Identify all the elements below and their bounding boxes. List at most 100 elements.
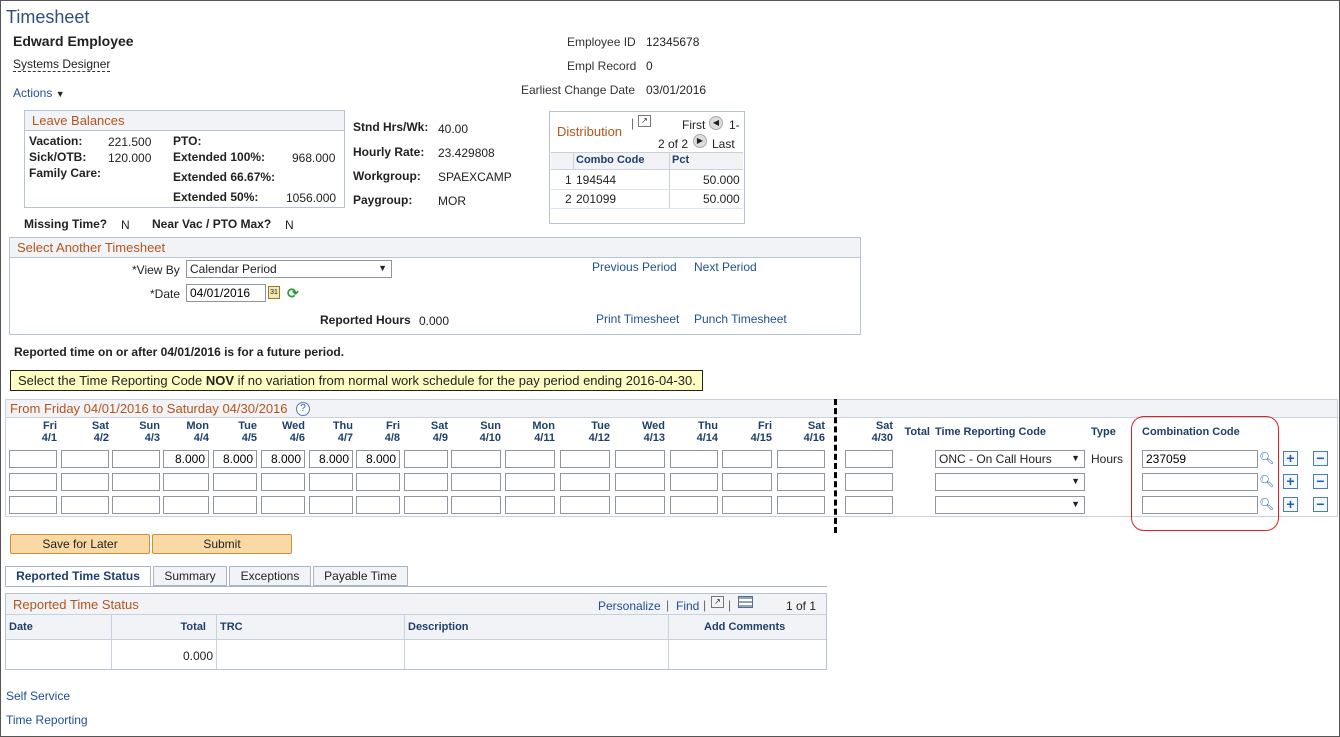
- hours-input[interactable]: [670, 473, 718, 491]
- delete-row-button[interactable]: −: [1313, 497, 1328, 512]
- find-link[interactable]: Find: [676, 599, 699, 613]
- tab-exceptions[interactable]: Exceptions: [229, 566, 311, 586]
- hours-input[interactable]: [309, 450, 353, 468]
- hours-input[interactable]: [615, 496, 665, 514]
- hours-input[interactable]: [560, 473, 610, 491]
- hours-input[interactable]: [505, 496, 555, 514]
- time-reporting-link[interactable]: Time Reporting: [6, 713, 88, 727]
- hours-input[interactable]: [61, 450, 109, 468]
- new-window-icon[interactable]: ↗: [711, 596, 724, 608]
- delete-row-button[interactable]: −: [1313, 451, 1328, 466]
- type-value: Hours: [1091, 452, 1124, 466]
- tab-summary[interactable]: Summary: [153, 566, 227, 586]
- day-date: 4/8: [384, 432, 400, 444]
- day-name: Wed: [281, 420, 305, 432]
- hours-input[interactable]: [451, 450, 501, 468]
- date-input[interactable]: [186, 284, 266, 302]
- hours-input[interactable]: [722, 496, 772, 514]
- hours-input[interactable]: [112, 473, 160, 491]
- new-window-icon[interactable]: ↗: [638, 115, 651, 127]
- hours-input[interactable]: [61, 496, 109, 514]
- hours-input[interactable]: [163, 473, 209, 491]
- hours-input[interactable]: [560, 496, 610, 514]
- day-name: Tue: [591, 420, 610, 432]
- hours-input[interactable]: [163, 496, 209, 514]
- reported-hours-value: 0.000: [419, 314, 450, 328]
- hours-input[interactable]: [505, 473, 555, 491]
- help-icon[interactable]: ?: [296, 402, 310, 416]
- hours-input[interactable]: [404, 450, 448, 468]
- add-row-button[interactable]: +: [1283, 451, 1298, 466]
- missing-time-value: N: [121, 218, 130, 232]
- hours-input[interactable]: [261, 450, 305, 468]
- hours-input[interactable]: [404, 496, 448, 514]
- hours-input[interactable]: [451, 473, 501, 491]
- date-column-header: Date: [9, 621, 33, 633]
- actions-menu[interactable]: Actions ▼: [13, 86, 65, 100]
- refresh-icon[interactable]: ⟳: [287, 285, 299, 302]
- hours-input[interactable]: [112, 450, 160, 468]
- next-period-link[interactable]: Next Period: [694, 260, 757, 274]
- ext100-label: Extended 100%:: [173, 150, 266, 164]
- hours-input[interactable]: [560, 450, 610, 468]
- print-timesheet-link[interactable]: Print Timesheet: [596, 312, 679, 326]
- add-row-button[interactable]: +: [1283, 497, 1298, 512]
- hours-input[interactable]: [309, 473, 353, 491]
- hours-input[interactable]: [213, 450, 257, 468]
- calendar-icon[interactable]: 31: [268, 286, 280, 299]
- tab-reported-time-status[interactable]: Reported Time Status: [5, 566, 151, 586]
- hours-input[interactable]: [261, 473, 305, 491]
- hours-input[interactable]: [777, 450, 825, 468]
- hours-input[interactable]: [722, 473, 772, 491]
- hours-input[interactable]: [61, 473, 109, 491]
- hours-input[interactable]: [213, 473, 257, 491]
- trc-select[interactable]: ▼: [935, 473, 1085, 491]
- punch-timesheet-link[interactable]: Punch Timesheet: [694, 312, 787, 326]
- trc-select[interactable]: ▼: [935, 496, 1085, 514]
- grid-icon[interactable]: [738, 596, 753, 608]
- first-link[interactable]: First: [682, 118, 705, 132]
- add-row-button[interactable]: +: [1283, 474, 1298, 489]
- hours-input[interactable]: [777, 473, 825, 491]
- trc-select[interactable]: ONC - On Call Hours ▼: [935, 450, 1085, 468]
- hours-input[interactable]: [163, 450, 209, 468]
- hours-input[interactable]: [9, 450, 57, 468]
- hours-input[interactable]: [845, 496, 893, 514]
- last-link[interactable]: Last: [712, 137, 735, 151]
- self-service-link[interactable]: Self Service: [6, 689, 70, 703]
- view-by-select[interactable]: Calendar Period ▼: [186, 260, 392, 278]
- prev-arrow-icon[interactable]: ◀: [709, 116, 723, 130]
- hours-input[interactable]: [670, 496, 718, 514]
- tab-payable-time[interactable]: Payable Time: [313, 566, 408, 586]
- hours-input[interactable]: [309, 496, 353, 514]
- hours-input[interactable]: [615, 473, 665, 491]
- hours-input[interactable]: [404, 473, 448, 491]
- hours-input[interactable]: [722, 450, 772, 468]
- day-column-header: Sat 4/9: [404, 420, 448, 444]
- day-date: 4/7: [337, 432, 353, 444]
- day-name: Fri: [385, 420, 400, 432]
- save-for-later-button[interactable]: Save for Later: [10, 534, 150, 554]
- hours-input[interactable]: [9, 496, 57, 514]
- hours-input[interactable]: [356, 496, 400, 514]
- hours-input[interactable]: [777, 496, 825, 514]
- next-arrow-icon[interactable]: ▶: [693, 134, 707, 148]
- hours-input[interactable]: [615, 450, 665, 468]
- hours-input[interactable]: [112, 496, 160, 514]
- hours-input[interactable]: [9, 473, 57, 491]
- day-column-header: Thu 4/7: [309, 420, 353, 444]
- hours-input[interactable]: [845, 473, 893, 491]
- hours-input[interactable]: [451, 496, 501, 514]
- submit-button[interactable]: Submit: [152, 534, 292, 554]
- previous-period-link[interactable]: Previous Period: [592, 260, 677, 274]
- delete-row-button[interactable]: −: [1313, 474, 1328, 489]
- hours-input[interactable]: [356, 450, 400, 468]
- ext50-label: Extended 50%:: [173, 190, 259, 204]
- hours-input[interactable]: [845, 450, 893, 468]
- hours-input[interactable]: [213, 496, 257, 514]
- hours-input[interactable]: [356, 473, 400, 491]
- hours-input[interactable]: [505, 450, 555, 468]
- hours-input[interactable]: [670, 450, 718, 468]
- personalize-link[interactable]: Personalize: [598, 599, 661, 613]
- hours-input[interactable]: [261, 496, 305, 514]
